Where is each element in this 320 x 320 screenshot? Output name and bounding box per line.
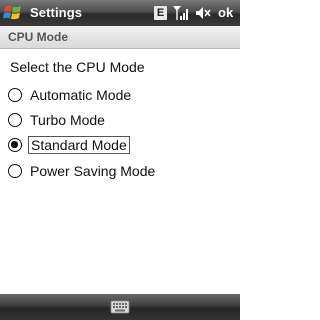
radio-label[interactable]: Turbo Mode	[28, 112, 107, 128]
volume-muted-icon[interactable]	[194, 4, 212, 22]
signal-strength-icon[interactable]	[172, 4, 190, 22]
radio-label[interactable]: Power Saving Mode	[28, 163, 157, 179]
title-bar: Settings E ok	[0, 0, 240, 26]
radio-button[interactable]	[8, 113, 22, 127]
section-title: CPU Mode	[8, 30, 68, 44]
radio-button-selected[interactable]	[8, 138, 22, 152]
radio-label[interactable]: Automatic Mode	[28, 87, 133, 103]
radio-option-standard[interactable]: Standard Mode	[8, 135, 130, 155]
prompt-text: Select the CPU Mode	[10, 59, 145, 75]
softkey-bar	[0, 294, 240, 320]
radio-option-power-saving[interactable]: Power Saving Mode	[8, 161, 157, 181]
ok-button[interactable]: ok	[218, 5, 233, 20]
windows-start-icon[interactable]	[2, 2, 24, 24]
radio-button[interactable]	[8, 88, 22, 102]
radio-label[interactable]: Standard Mode	[28, 136, 130, 154]
radio-button[interactable]	[8, 164, 22, 178]
edge-data-indicator: E	[154, 6, 167, 20]
keyboard-icon[interactable]	[110, 299, 130, 315]
section-header: CPU Mode	[0, 26, 240, 49]
radio-option-automatic[interactable]: Automatic Mode	[8, 85, 133, 105]
radio-option-turbo[interactable]: Turbo Mode	[8, 110, 107, 130]
window-title: Settings	[30, 5, 83, 20]
